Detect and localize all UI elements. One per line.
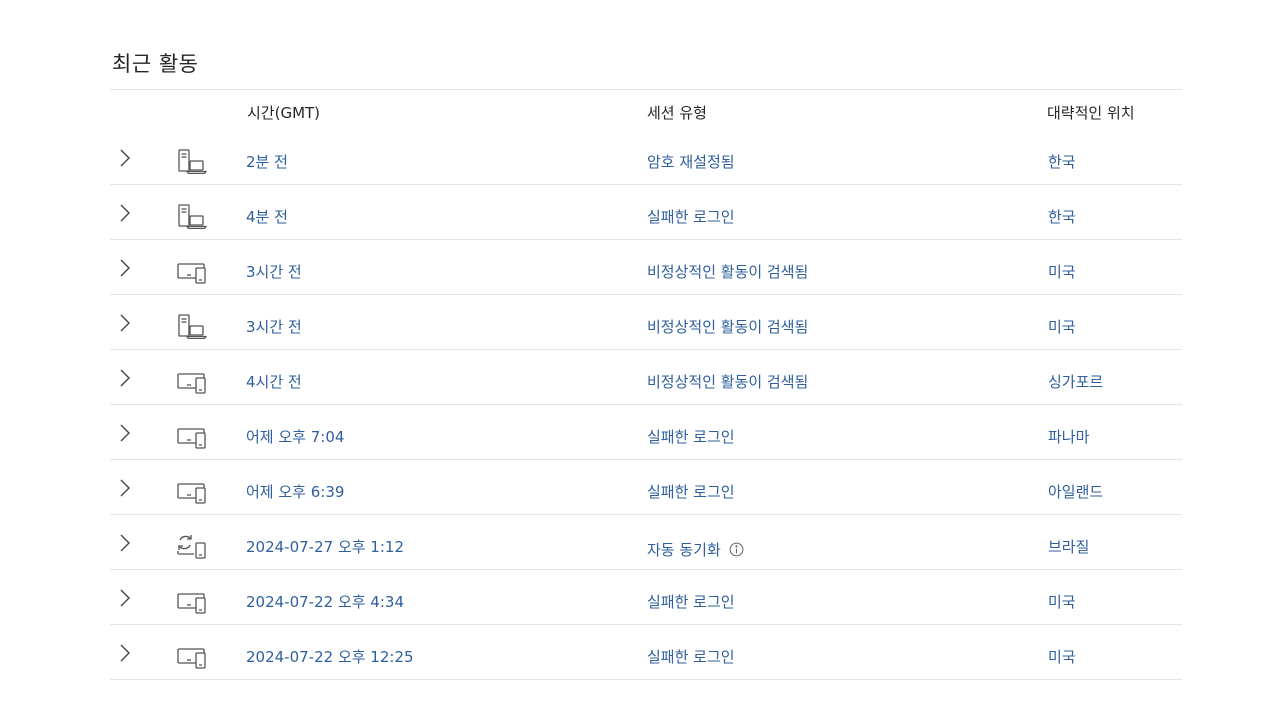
chevron-right-icon[interactable] [116,203,132,223]
desktop-laptop-icon [176,203,210,230]
devices-icon [176,258,210,284]
activity-time[interactable]: 4시간 전 [246,371,302,392]
activity-row[interactable]: 2024-07-22 오후 4:34 실패한 로그인 미국 [110,570,1182,625]
chevron-right-icon[interactable] [116,588,132,608]
activity-time[interactable]: 2분 전 [246,151,288,172]
chevron-right-icon[interactable] [116,313,132,333]
session-type-label: 실패한 로그인 [647,483,735,501]
activity-time[interactable]: 4분 전 [246,206,288,227]
activity-location[interactable]: 미국 [1048,591,1076,612]
chevron-right-icon[interactable] [116,478,132,498]
chevron-right-icon[interactable] [116,368,132,388]
desktop-laptop-icon [176,148,210,175]
session-type-label: 실패한 로그인 [647,593,735,611]
session-type[interactable]: 비정상적인 활동이 검색됨 [647,371,808,392]
chevron-right-icon[interactable] [116,533,132,553]
session-type[interactable]: 암호 재설정됨 [647,151,735,172]
activity-time[interactable]: 3시간 전 [246,316,302,337]
activity-row[interactable]: 어제 오후 6:39 실패한 로그인 아일랜드 [110,460,1182,515]
chevron-right-icon[interactable] [116,643,132,663]
session-type-label: 실패한 로그인 [647,208,735,226]
devices-icon [176,588,210,614]
activity-time[interactable]: 2024-07-22 오후 12:25 [246,646,414,667]
activity-location[interactable]: 파나마 [1048,426,1089,447]
activity-row[interactable]: 4분 전 실패한 로그인 한국 [110,185,1182,240]
activity-time[interactable]: 2024-07-22 오후 4:34 [246,591,404,612]
chevron-right-icon[interactable] [116,423,132,443]
activity-location[interactable]: 한국 [1048,151,1076,172]
activity-location[interactable]: 한국 [1048,206,1076,227]
session-type[interactable]: 실패한 로그인 [647,481,735,502]
column-header-location: 대략적인 위치 [1047,104,1135,122]
activity-row[interactable]: 3시간 전 비정상적인 활동이 검색됨 미국 [110,295,1182,350]
activity-time[interactable]: 2024-07-27 오후 1:12 [246,536,404,557]
session-type[interactable]: 실패한 로그인 [647,591,735,612]
activity-location[interactable]: 브라질 [1048,536,1089,557]
activity-location[interactable]: 아일랜드 [1048,481,1103,502]
session-type-label: 실패한 로그인 [647,648,735,666]
chevron-right-icon[interactable] [116,148,132,168]
activity-location[interactable]: 미국 [1048,316,1076,337]
session-type-label: 비정상적인 활동이 검색됨 [647,373,809,391]
table-header: 시간(GMT) 세션 유형 대략적인 위치 [110,89,1182,134]
column-header-session-type: 세션 유형 [647,104,707,122]
session-type[interactable]: 비정상적인 활동이 검색됨 [647,316,808,337]
activity-list: 2분 전 암호 재설정됨 한국 4분 전 실패한 로그인 한국 3시간 전 비정상적인 활동이… [110,130,1182,680]
devices-icon [176,478,210,504]
activity-row[interactable]: 3시간 전 비정상적인 활동이 검색됨 미국 [110,240,1182,295]
devices-icon [176,643,210,669]
activity-location[interactable]: 싱가포르 [1048,371,1103,392]
activity-row[interactable]: 2분 전 암호 재설정됨 한국 [110,130,1182,185]
info-icon[interactable] [729,542,744,557]
session-type-label: 자동 동기화 [647,541,721,559]
section-title: 최근 활동 [112,52,199,76]
column-header-time: 시간(GMT) [247,104,321,122]
sync-devices-icon [176,533,210,559]
session-type[interactable]: 비정상적인 활동이 검색됨 [647,261,808,282]
activity-time[interactable]: 3시간 전 [246,261,302,282]
activity-row[interactable]: 2024-07-22 오후 12:25 실패한 로그인 미국 [110,625,1182,680]
session-type-label: 실패한 로그인 [647,428,735,446]
devices-icon [176,368,210,394]
activity-row[interactable]: 4시간 전 비정상적인 활동이 검색됨 싱가포르 [110,350,1182,405]
activity-row[interactable]: 2024-07-27 오후 1:12 자동 동기화 브라질 [110,515,1182,570]
session-type[interactable]: 실패한 로그인 [647,206,735,227]
activity-location[interactable]: 미국 [1048,646,1076,667]
session-type-label: 비정상적인 활동이 검색됨 [647,318,809,336]
activity-row[interactable]: 어제 오후 7:04 실패한 로그인 파나마 [110,405,1182,460]
session-type[interactable]: 실패한 로그인 [647,646,735,667]
desktop-laptop-icon [176,313,210,340]
session-type[interactable]: 실패한 로그인 [647,426,735,447]
activity-location[interactable]: 미국 [1048,261,1076,282]
activity-time[interactable]: 어제 오후 6:39 [246,481,344,502]
devices-icon [176,423,210,449]
chevron-right-icon[interactable] [116,258,132,278]
session-type[interactable]: 자동 동기화 [647,539,744,560]
session-type-label: 암호 재설정됨 [647,153,735,171]
session-type-label: 비정상적인 활동이 검색됨 [647,263,809,281]
activity-time[interactable]: 어제 오후 7:04 [246,426,344,447]
